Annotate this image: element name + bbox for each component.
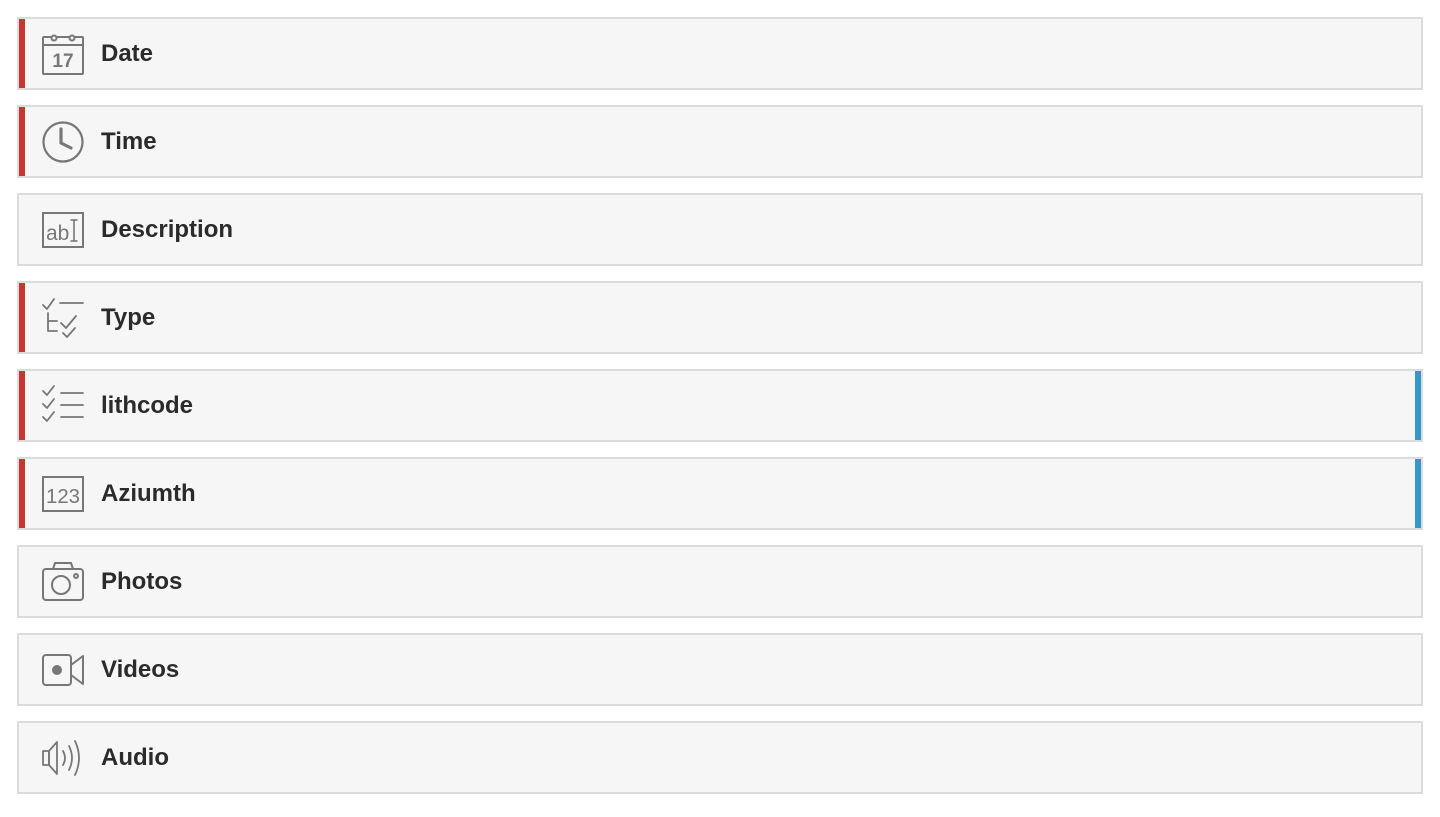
field-label: Time (101, 128, 157, 155)
required-marker (19, 283, 25, 352)
field-label: Aziumth (101, 480, 196, 507)
required-marker (19, 19, 25, 88)
field-label: Videos (101, 656, 180, 683)
field-label: Description (101, 216, 234, 243)
camera-icon (41, 560, 85, 604)
video-camera-icon (41, 648, 85, 692)
calendar-icon: 17 (41, 32, 85, 76)
field-row-photos[interactable]: Photos (17, 545, 1423, 618)
secondary-marker (1415, 371, 1421, 440)
field-row-time[interactable]: Time (17, 105, 1423, 178)
field-row-date[interactable]: 17 Date (17, 17, 1423, 90)
field-row-audio[interactable]: Audio (17, 721, 1423, 794)
field-label: Type (101, 304, 156, 331)
field-label: Date (101, 40, 154, 67)
field-row-aziumth[interactable]: 123 Aziumth (17, 457, 1423, 530)
number-icon: 123 (41, 472, 85, 516)
field-list: 17 Date Time ab Description Type lithcod… (17, 17, 1423, 809)
field-row-lithcode[interactable]: lithcode (17, 369, 1423, 442)
required-marker (19, 107, 25, 176)
single-choice-icon (41, 296, 85, 340)
field-row-videos[interactable]: Videos (17, 633, 1423, 706)
svg-text:123: 123 (46, 486, 80, 508)
svg-text:17: 17 (52, 51, 73, 72)
field-row-description[interactable]: ab Description (17, 193, 1423, 266)
field-label: lithcode (101, 392, 194, 419)
clock-icon (41, 120, 85, 164)
secondary-marker (1415, 459, 1421, 528)
field-label: Photos (101, 568, 183, 595)
text-field-icon: ab (41, 208, 85, 252)
required-marker (19, 371, 25, 440)
field-label: Audio (101, 744, 169, 771)
required-marker (19, 459, 25, 528)
multi-choice-icon (41, 384, 85, 428)
svg-text:ab: ab (46, 222, 69, 245)
field-row-type[interactable]: Type (17, 281, 1423, 354)
speaker-icon (41, 736, 85, 780)
